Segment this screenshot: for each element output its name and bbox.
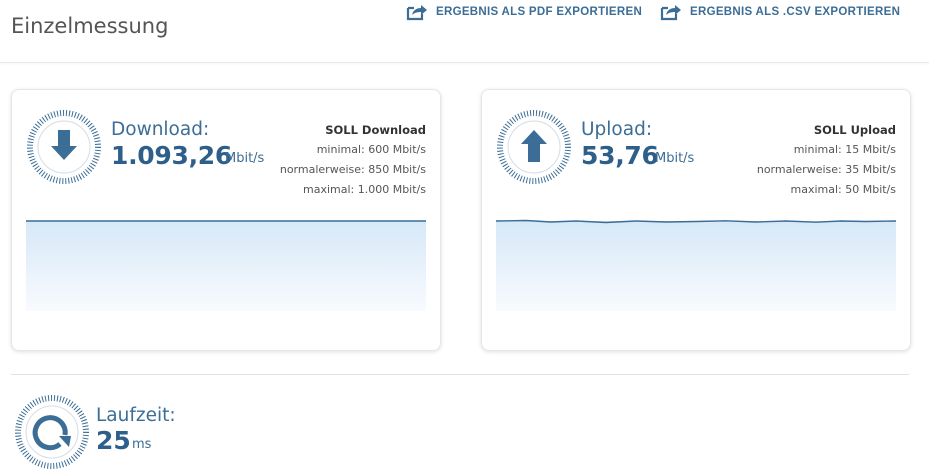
upload-unit: Mbit/s <box>655 151 695 166</box>
upload-soll: SOLL Upload minimal: 15 Mbit/s normalerw… <box>757 120 896 200</box>
page-title: Einzelmessung <box>11 14 169 38</box>
download-graph-line <box>26 220 426 222</box>
download-label: Download: <box>111 119 210 140</box>
latency-unit: ms <box>132 437 152 452</box>
download-soll: SOLL Download minimal: 600 Mbit/s normal… <box>280 120 426 200</box>
latency-value: 25 <box>96 426 131 455</box>
upload-graph-line <box>496 219 896 224</box>
refresh-icon <box>15 395 89 469</box>
export-pdf-label: ERGEBNIS ALS PDF EXPORTIEREN <box>436 6 643 18</box>
export-icon <box>406 5 427 21</box>
soll-normal: normalerweise: 35 Mbit/s <box>756 163 896 176</box>
upload-label: Upload: <box>581 119 653 140</box>
download-card: Download: 1.093,26 Mbit/s SOLL Download … <box>11 89 441 351</box>
soll-title: SOLL Download <box>325 123 426 137</box>
download-unit: Mbit/s <box>225 151 265 166</box>
soll-max: maximal: 1.000 Mbit/s <box>302 183 426 196</box>
arrow-up-icon <box>497 110 571 184</box>
export-icon <box>660 5 681 21</box>
upload-value: 53,76 <box>581 141 659 170</box>
arrow-down-icon <box>27 110 101 184</box>
download-graph <box>26 220 426 311</box>
page-header: Einzelmessung ERGEBNIS ALS PDF EXPORTIER… <box>0 0 929 63</box>
export-csv-label: ERGEBNIS ALS .CSV EXPORTIEREN <box>690 6 901 18</box>
export-pdf-button[interactable]: ERGEBNIS ALS PDF EXPORTIEREN <box>406 4 643 21</box>
download-value: 1.093,26 <box>111 141 232 170</box>
soll-min: minimal: 600 Mbit/s <box>316 143 426 156</box>
soll-min: minimal: 15 Mbit/s <box>793 143 896 156</box>
upload-card: Upload: 53,76 Mbit/s SOLL Upload minimal… <box>481 89 911 351</box>
soll-max: maximal: 50 Mbit/s <box>790 183 896 196</box>
soll-normal: normalerweise: 850 Mbit/s <box>279 163 426 176</box>
section-divider <box>11 374 909 375</box>
latency-label: Laufzeit: <box>96 405 176 426</box>
export-csv-button[interactable]: ERGEBNIS ALS .CSV EXPORTIEREN <box>660 4 901 21</box>
upload-graph <box>496 219 896 311</box>
soll-title: SOLL Upload <box>813 123 896 137</box>
